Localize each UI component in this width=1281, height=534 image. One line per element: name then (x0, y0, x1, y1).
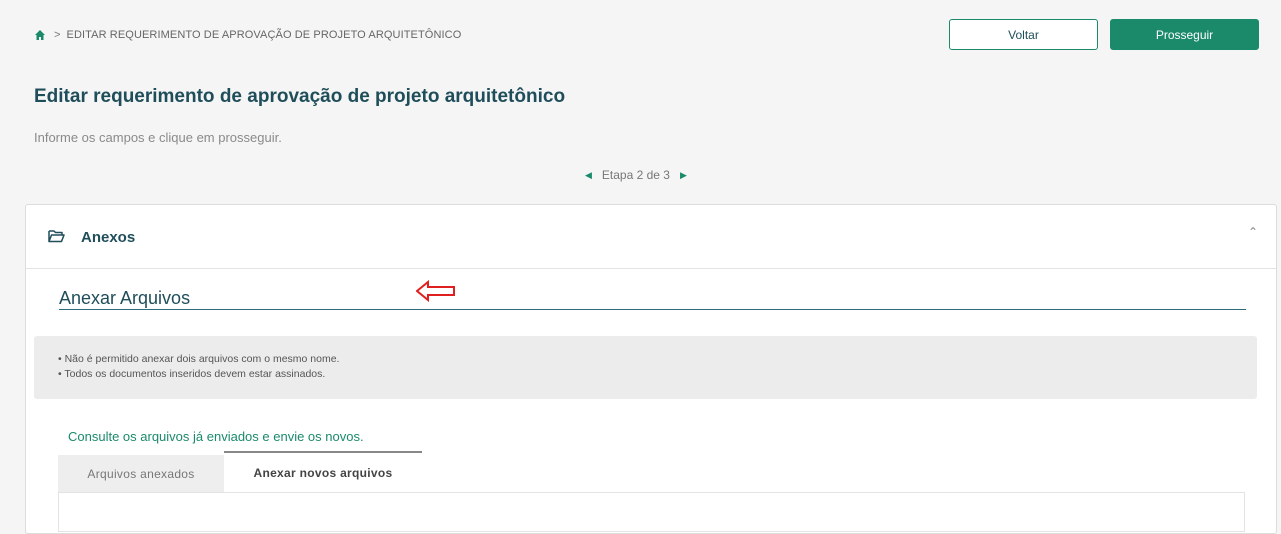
panel-header[interactable]: Anexos ⌃ (26, 205, 1276, 269)
attachment-tabs: Arquivos anexados Anexar novos arquivos (58, 451, 1245, 532)
step-label: Etapa 2 de 3 (601, 168, 670, 182)
consult-text: Consulte os arquivos já enviados e envie… (68, 429, 364, 444)
caret-left-icon[interactable]: ◀ (585, 170, 592, 181)
attachments-panel: Anexos ⌃ Anexar Arquivos • Não é permiti… (25, 204, 1277, 534)
breadcrumb: > EDITAR REQUERIMENTO DE APROVAÇÃO DE PR… (34, 29, 461, 41)
home-icon[interactable] (34, 29, 46, 41)
caret-right-icon[interactable]: ▶ (680, 170, 687, 181)
notice-item: • Todos os documentos inseridos devem es… (58, 368, 326, 380)
tab-content (58, 492, 1245, 532)
panel-title: Anexos (81, 229, 136, 246)
page-title: Editar requerimento de aprovação de proj… (34, 86, 566, 107)
step-indicator: ◀ Etapa 2 de 3 ▶ (585, 168, 687, 182)
notice-item: • Não é permitido anexar dois arquivos c… (58, 353, 340, 365)
back-button[interactable]: Voltar (949, 19, 1098, 50)
left-arrow-annotation-icon (416, 280, 455, 302)
breadcrumb-separator: > (54, 29, 61, 41)
proceed-button[interactable]: Prosseguir (1110, 19, 1259, 50)
chevron-up-icon[interactable]: ⌃ (1248, 225, 1258, 239)
section-divider (59, 309, 1246, 310)
page-subtitle: Informe os campos e clique em prosseguir… (34, 130, 282, 145)
notice-box: • Não é permitido anexar dois arquivos c… (34, 336, 1257, 399)
top-bar: > EDITAR REQUERIMENTO DE APROVAÇÃO DE PR… (0, 0, 1281, 72)
folder-open-icon (48, 230, 65, 243)
tab-attached-files[interactable]: Arquivos anexados (58, 455, 224, 492)
section-title: Anexar Arquivos (59, 288, 191, 308)
breadcrumb-current: EDITAR REQUERIMENTO DE APROVAÇÃO DE PROJ… (66, 29, 462, 41)
tab-attach-new-files[interactable]: Anexar novos arquivos (224, 451, 422, 492)
